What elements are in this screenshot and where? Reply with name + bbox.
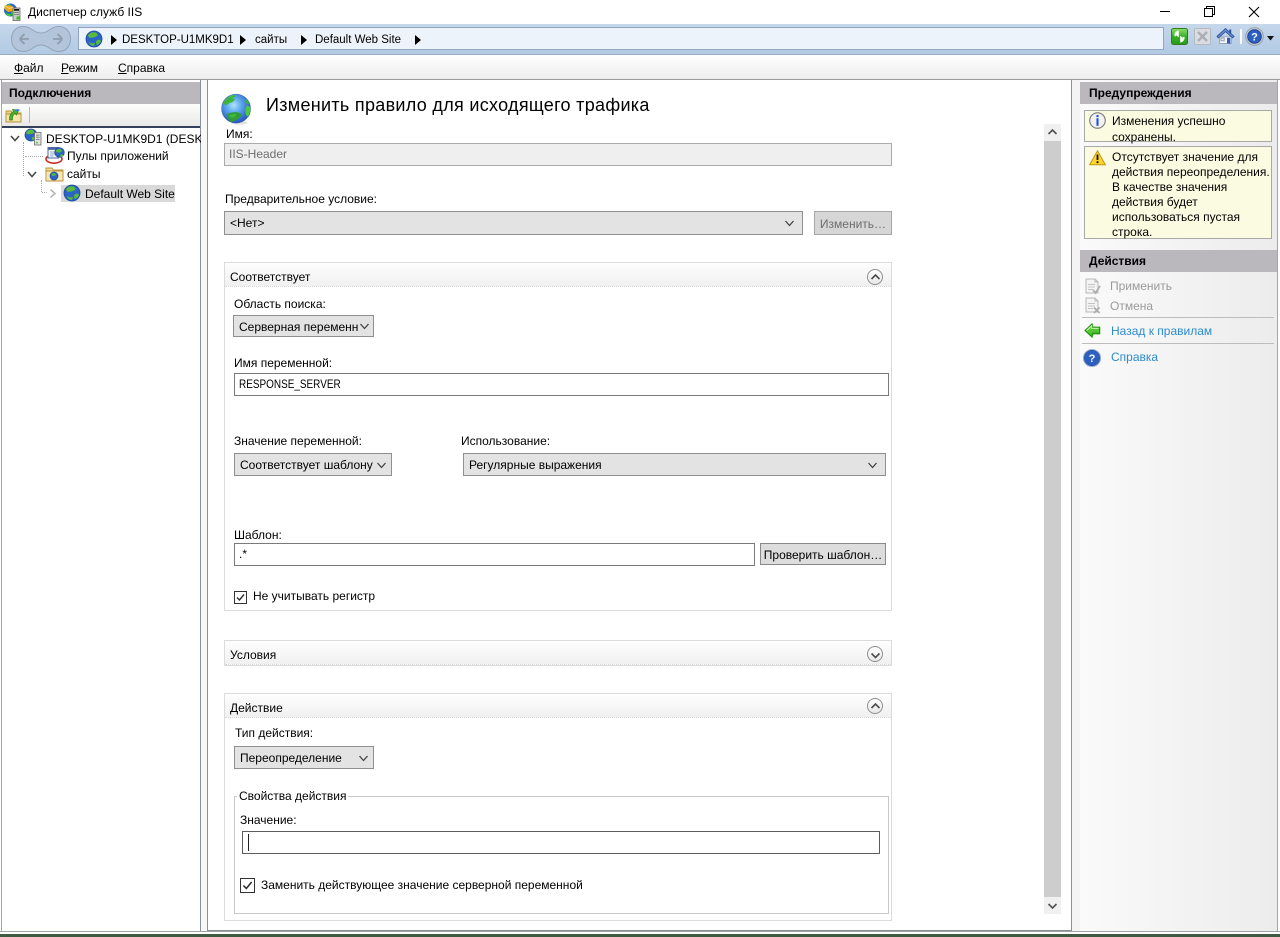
- svg-text:?: ?: [1251, 31, 1258, 43]
- svg-text:?: ?: [1089, 353, 1096, 365]
